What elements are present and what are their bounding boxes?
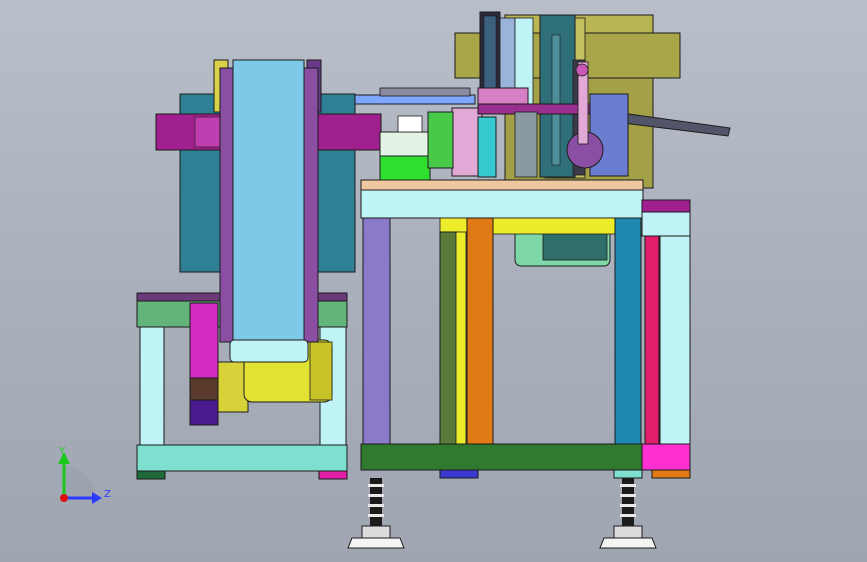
z-axis-arrowhead	[92, 492, 102, 504]
orientation-triad[interactable]: Y Z	[58, 446, 111, 504]
y-axis-label: Y	[58, 446, 66, 457]
main-table-frame	[360, 179, 691, 479]
z-axis-label: Z	[104, 489, 111, 500]
cad-model-view[interactable]: Y Z	[0, 0, 867, 562]
vertical-belt-conveyor	[213, 59, 322, 363]
triad-quadrant	[64, 466, 96, 498]
green-actuator	[379, 111, 454, 181]
leveling-foot-left	[347, 478, 405, 549]
leveling-foot-right	[599, 478, 657, 549]
cad-viewport[interactable]: Y Z	[0, 0, 867, 562]
triad-origin	[60, 494, 68, 502]
